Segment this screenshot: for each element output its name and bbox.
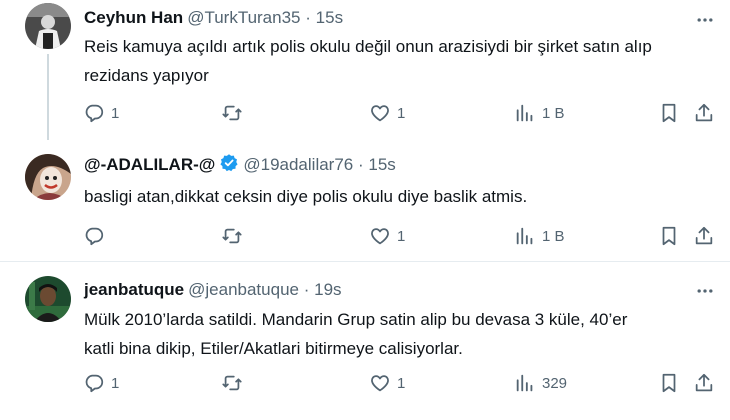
retweet-icon xyxy=(222,105,242,121)
views-count: 1 B xyxy=(542,104,565,122)
author-handle[interactable]: @19adalilar76 xyxy=(243,155,353,174)
reply-count: 1 xyxy=(111,104,120,122)
views-button[interactable]: 329 xyxy=(514,369,567,397)
tweet-header: jeanbatuque @jeanbatuque · 19s xyxy=(84,279,342,301)
views-icon xyxy=(516,104,533,122)
reply-icon xyxy=(85,227,104,246)
avatar[interactable] xyxy=(25,154,71,200)
tweet-text-line: Mülk 2010’larda satildi. Mandarin Grup s… xyxy=(84,310,628,329)
tweet-3[interactable]: jeanbatuque @jeanbatuque · 19s Mülk 2010’… xyxy=(0,262,730,420)
retweet-icon xyxy=(222,375,242,391)
retweet-button[interactable] xyxy=(221,222,249,250)
views-icon xyxy=(516,374,533,392)
like-icon xyxy=(371,105,389,122)
share-icon xyxy=(695,373,713,392)
reply-button[interactable]: 1 xyxy=(83,99,119,127)
bookmark-icon xyxy=(662,373,676,393)
tweet-text-line: Reis kamuya açıldı artık polis okulu değ… xyxy=(84,37,652,56)
like-icon xyxy=(371,375,389,392)
like-button[interactable]: 1 xyxy=(369,369,405,397)
like-count: 1 xyxy=(397,374,406,392)
like-button[interactable]: 1 xyxy=(369,222,405,250)
tweet-text: Mülk 2010’larda satildi. Mandarin Grup s… xyxy=(84,305,709,363)
views-icon xyxy=(516,227,533,245)
tweet-text-line: katli bina dikip, Etiler/Akatlari bitirm… xyxy=(84,339,463,358)
avatar[interactable] xyxy=(25,3,71,49)
views-button[interactable]: 1 B xyxy=(514,222,565,250)
tweet-time[interactable]: 15s xyxy=(368,155,395,174)
like-count: 1 xyxy=(397,227,406,245)
separator: · xyxy=(305,8,311,27)
views-button[interactable]: 1 B xyxy=(514,99,565,127)
author-name[interactable]: jeanbatuque xyxy=(84,280,184,299)
bookmark-button[interactable] xyxy=(658,369,680,397)
retweet-icon xyxy=(222,228,242,244)
tweet-text-line: rezidans yapıyor xyxy=(84,66,209,85)
share-button[interactable] xyxy=(693,222,715,250)
share-icon xyxy=(695,103,713,122)
verified-badge-icon xyxy=(219,153,239,179)
tweet-1[interactable]: Ceyhun Han @TurkTuran35 · 15s Reis kamuya… xyxy=(0,0,730,140)
views-count: 1 B xyxy=(542,227,565,245)
tweet-actions: 1 1 1 B xyxy=(0,99,730,127)
more-icon[interactable] xyxy=(694,9,716,31)
reply-icon xyxy=(85,374,104,393)
tweet-header: Ceyhun Han @TurkTuran35 · 15s xyxy=(84,7,343,29)
like-icon xyxy=(371,228,389,245)
share-button[interactable] xyxy=(693,369,715,397)
tweet-actions: 1 1 329 xyxy=(0,369,730,397)
author-handle[interactable]: @TurkTuran35 xyxy=(187,8,300,27)
author-name[interactable]: @-ADALILAR-@ xyxy=(84,155,215,174)
tweet-time[interactable]: 19s xyxy=(314,280,341,299)
reply-button[interactable]: 1 xyxy=(83,369,119,397)
retweet-button[interactable] xyxy=(221,99,249,127)
avatar[interactable] xyxy=(25,276,71,322)
reply-icon xyxy=(85,104,104,123)
share-button[interactable] xyxy=(693,99,715,127)
bookmark-button[interactable] xyxy=(658,222,680,250)
views-count: 329 xyxy=(542,374,568,392)
bookmark-icon xyxy=(662,103,676,123)
more-icon[interactable] xyxy=(694,280,716,302)
tweet-time[interactable]: 15s xyxy=(316,8,343,27)
author-handle[interactable]: @jeanbatuque xyxy=(188,280,299,299)
bookmark-icon xyxy=(662,226,676,246)
tweet-text-line: basligi atan,dikkat ceksin diye polis ok… xyxy=(84,187,528,206)
tweet-text: Reis kamuya açıldı artık polis okulu değ… xyxy=(84,32,709,90)
tweet-2[interactable]: @-ADALILAR-@ @19adalilar76 · 15s basligi… xyxy=(0,140,730,260)
like-count: 1 xyxy=(397,104,406,122)
reply-count: 1 xyxy=(111,374,120,392)
retweet-button[interactable] xyxy=(221,369,249,397)
thread-line xyxy=(47,54,49,140)
reply-button[interactable] xyxy=(83,222,111,250)
tweet-actions: 1 1 B xyxy=(0,222,730,250)
tweet-text: basligi atan,dikkat ceksin diye polis ok… xyxy=(84,182,709,211)
tweet-header: @-ADALILAR-@ @19adalilar76 · 15s xyxy=(84,153,396,179)
separator: · xyxy=(357,155,364,174)
bookmark-button[interactable] xyxy=(658,99,680,127)
like-button[interactable]: 1 xyxy=(369,99,405,127)
author-name[interactable]: Ceyhun Han xyxy=(84,8,183,27)
separator: · xyxy=(303,280,310,299)
share-icon xyxy=(695,226,713,245)
